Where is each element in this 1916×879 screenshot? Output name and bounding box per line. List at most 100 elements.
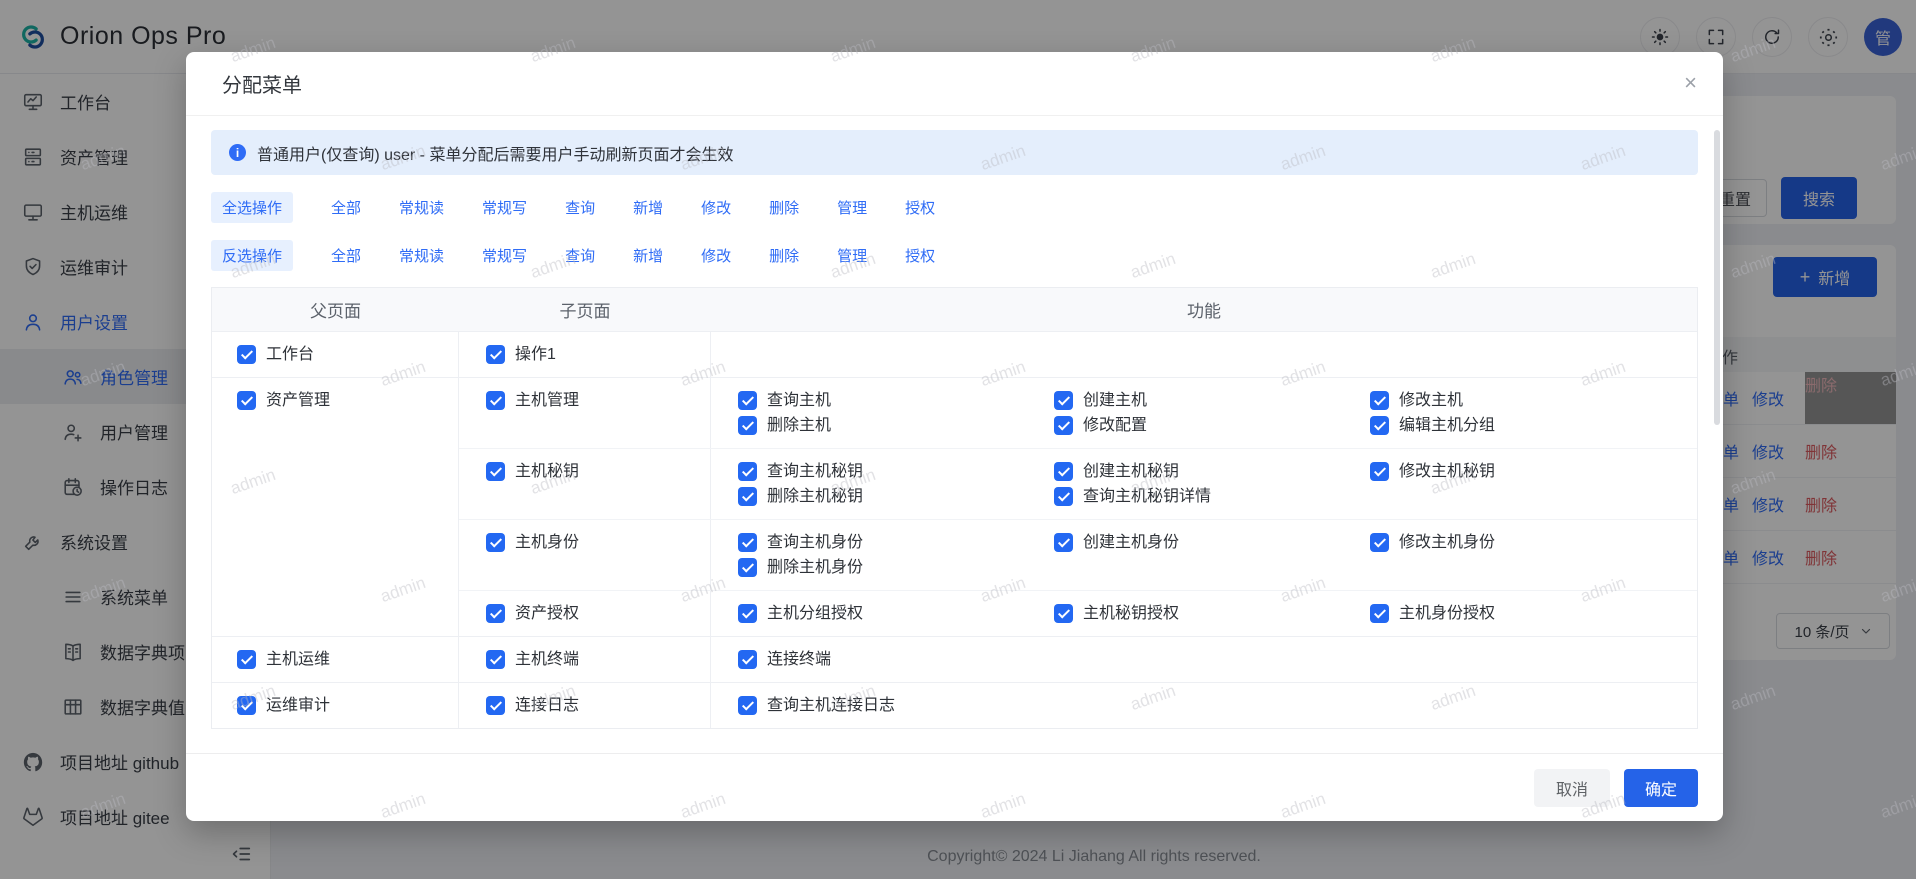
checkbox-label: 操作1 bbox=[515, 342, 556, 367]
quick-select-link[interactable]: 修改 bbox=[701, 245, 731, 266]
checkbox-checked[interactable] bbox=[486, 391, 505, 410]
invert-select-button[interactable]: 反选操作 bbox=[211, 240, 293, 271]
cancel-button[interactable]: 取消 bbox=[1534, 769, 1610, 807]
checkbox-checked[interactable] bbox=[237, 650, 256, 669]
checkbox-checked[interactable] bbox=[237, 696, 256, 715]
quick-select-link[interactable]: 全部 bbox=[331, 245, 361, 266]
checkbox-checked[interactable] bbox=[1370, 462, 1389, 481]
checkbox-label: 主机身份授权 bbox=[1399, 601, 1495, 626]
checkbox-checked[interactable] bbox=[738, 391, 757, 410]
modal-body: i 普通用户(仅查询) user - 菜单分配后需要用户手动刷新页面才会生效 全… bbox=[186, 117, 1723, 753]
close-icon[interactable]: × bbox=[1684, 72, 1697, 94]
parent-page-cell: 运维审计 bbox=[212, 683, 459, 728]
checkbox-checked[interactable] bbox=[1370, 604, 1389, 623]
checkbox-label: 删除主机身份 bbox=[767, 555, 863, 580]
checkbox-checked[interactable] bbox=[1054, 487, 1073, 506]
permission-child-row: 主机终端 连接终端 bbox=[459, 637, 1697, 682]
functions-cell: 主机分组授权 主机秘钥授权 主机身份授权 bbox=[711, 591, 1697, 636]
checkbox-item-function: 创建主机身份 bbox=[1054, 530, 1370, 555]
checkbox-item-child: 主机管理 bbox=[486, 388, 710, 413]
checkbox-checked[interactable] bbox=[738, 462, 757, 481]
quick-select-link[interactable]: 修改 bbox=[701, 197, 731, 218]
col-functions: 功能 bbox=[711, 297, 1697, 322]
quick-select-link[interactable]: 新增 bbox=[633, 245, 663, 266]
checkbox-checked[interactable] bbox=[738, 487, 757, 506]
quick-select-link[interactable]: 查询 bbox=[565, 197, 595, 218]
checkbox-checked[interactable] bbox=[237, 345, 256, 364]
select-all-button[interactable]: 全选操作 bbox=[211, 192, 293, 223]
quick-select-link[interactable]: 全部 bbox=[331, 197, 361, 218]
checkbox-item-child: 连接日志 bbox=[486, 693, 710, 718]
checkbox-label: 查询主机秘钥 bbox=[767, 459, 863, 484]
checkbox-checked[interactable] bbox=[486, 345, 505, 364]
checkbox-checked[interactable] bbox=[1370, 533, 1389, 552]
checkbox-checked[interactable] bbox=[1054, 604, 1073, 623]
checkbox-checked[interactable] bbox=[1054, 416, 1073, 435]
checkbox-label: 创建主机 bbox=[1083, 388, 1147, 413]
checkbox-label: 修改配置 bbox=[1083, 413, 1147, 438]
quick-select-link[interactable]: 常规读 bbox=[399, 245, 444, 266]
quick-select-link[interactable]: 授权 bbox=[905, 245, 935, 266]
checkbox-label: 主机运维 bbox=[266, 647, 330, 672]
functions-cell: 查询主机连接日志 bbox=[711, 683, 1697, 728]
confirm-button[interactable]: 确定 bbox=[1624, 769, 1698, 807]
checkbox-checked[interactable] bbox=[738, 604, 757, 623]
quick-select-link[interactable]: 常规写 bbox=[482, 197, 527, 218]
modal-scrollbar[interactable] bbox=[1714, 130, 1720, 425]
checkbox-item-function: 主机分组授权 bbox=[738, 601, 1054, 626]
checkbox-checked[interactable] bbox=[738, 558, 757, 577]
checkbox-label: 查询主机身份 bbox=[767, 530, 863, 555]
checkbox-label: 资产管理 bbox=[266, 388, 330, 413]
child-page-cell: 主机终端 bbox=[459, 637, 711, 682]
quick-select-link[interactable]: 管理 bbox=[837, 197, 867, 218]
checkbox-item-child: 主机秘钥 bbox=[486, 459, 710, 484]
checkbox-checked[interactable] bbox=[1054, 533, 1073, 552]
permission-child-row: 主机身份 查询主机身份 创建主机身份 修改主机身份 删除主机身份 bbox=[459, 519, 1697, 590]
quick-select-link[interactable]: 授权 bbox=[905, 197, 935, 218]
checkbox-checked[interactable] bbox=[486, 533, 505, 552]
quick-select-link[interactable]: 管理 bbox=[837, 245, 867, 266]
checkbox-item-parent: 工作台 bbox=[237, 342, 458, 367]
modal-footer: 取消 确定 bbox=[186, 753, 1723, 821]
permission-group: 资产管理 主机管理 查询主机 创建主机 修改主机 删除主机 修改配置 编辑主机分… bbox=[212, 377, 1697, 636]
quick-select-link[interactable]: 常规写 bbox=[482, 245, 527, 266]
child-page-cell: 资产授权 bbox=[459, 591, 711, 636]
checkbox-item-function: 查询主机秘钥详情 bbox=[1054, 484, 1370, 509]
checkbox-checked[interactable] bbox=[738, 650, 757, 669]
assign-menu-modal: 分配菜单 × i 普通用户(仅查询) user - 菜单分配后需要用户手动刷新页… bbox=[186, 52, 1723, 821]
checkbox-label: 修改主机秘钥 bbox=[1399, 459, 1495, 484]
quick-select-link[interactable]: 删除 bbox=[769, 245, 799, 266]
checkbox-checked[interactable] bbox=[1054, 391, 1073, 410]
checkbox-checked[interactable] bbox=[486, 462, 505, 481]
checkbox-checked[interactable] bbox=[738, 533, 757, 552]
quick-select-link[interactable]: 新增 bbox=[633, 197, 663, 218]
checkbox-checked[interactable] bbox=[237, 391, 256, 410]
checkbox-item-function: 修改主机 bbox=[1370, 388, 1697, 413]
quick-select-link[interactable]: 删除 bbox=[769, 197, 799, 218]
checkbox-checked[interactable] bbox=[486, 604, 505, 623]
checkbox-checked[interactable] bbox=[1054, 462, 1073, 481]
checkbox-checked[interactable] bbox=[486, 696, 505, 715]
functions-cell bbox=[711, 332, 1697, 377]
checkbox-checked[interactable] bbox=[738, 416, 757, 435]
checkbox-checked[interactable] bbox=[1370, 416, 1389, 435]
checkbox-label: 主机秘钥授权 bbox=[1083, 601, 1179, 626]
checkbox-item-function: 主机身份授权 bbox=[1370, 601, 1697, 626]
quick-select-row-2: 反选操作 全部 常规读 常规写 查询 新增 修改 删除 管理 授权 bbox=[211, 240, 1698, 271]
checkbox-checked[interactable] bbox=[1370, 391, 1389, 410]
checkbox-item-function: 创建主机 bbox=[1054, 388, 1370, 413]
checkbox-label: 创建主机身份 bbox=[1083, 530, 1179, 555]
checkbox-checked[interactable] bbox=[486, 650, 505, 669]
permission-child-row: 主机管理 查询主机 创建主机 修改主机 删除主机 修改配置 编辑主机分组 bbox=[459, 378, 1697, 448]
checkbox-label: 连接日志 bbox=[515, 693, 579, 718]
quick-select-link[interactable]: 查询 bbox=[565, 245, 595, 266]
permission-child-row: 资产授权 主机分组授权 主机秘钥授权 主机身份授权 bbox=[459, 590, 1697, 636]
quick-select-link[interactable]: 常规读 bbox=[399, 197, 444, 218]
info-icon: i bbox=[229, 144, 246, 161]
modal-title: 分配菜单 bbox=[222, 69, 302, 98]
checkbox-label: 运维审计 bbox=[266, 693, 330, 718]
functions-cell: 查询主机秘钥 创建主机秘钥 修改主机秘钥 删除主机秘钥 查询主机秘钥详情 bbox=[711, 449, 1697, 519]
checkbox-checked[interactable] bbox=[738, 696, 757, 715]
checkbox-item-function: 查询主机 bbox=[738, 388, 1054, 413]
checkbox-item-parent: 主机运维 bbox=[237, 647, 458, 672]
